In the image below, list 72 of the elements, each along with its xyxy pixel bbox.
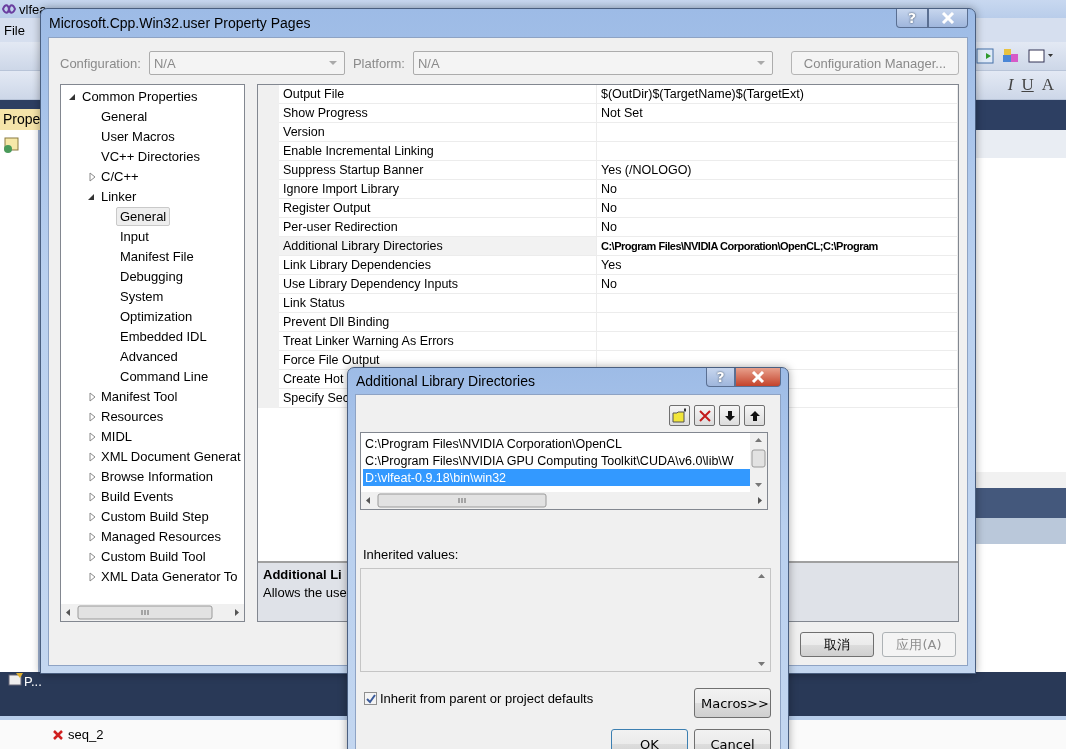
italic-glyph[interactable]: I [1007, 75, 1014, 95]
tree-item[interactable]: Browse Information [97, 467, 217, 487]
directory-entry[interactable]: C:\Program Files\NVIDIA GPU Computing Toolkit\CUDA\v6.0\lib\W [363, 452, 750, 469]
platform-label: Platform: [352, 55, 405, 71]
delete-button[interactable] [694, 405, 715, 426]
tree-item[interactable]: Debugging [116, 267, 187, 287]
tree-item[interactable]: Embedded IDL [116, 327, 211, 347]
window-title: Additional Library Directories [355, 373, 535, 389]
horizontal-scrollbar[interactable] [61, 604, 244, 621]
font-glyph[interactable]: A [1041, 75, 1054, 95]
tree-item[interactable]: System [116, 287, 168, 307]
toolbar-blocks-icon[interactable] [1002, 48, 1020, 64]
close-icon [941, 12, 955, 24]
tree-item[interactable]: General [116, 207, 171, 227]
tree-item[interactable]: Manifest Tool [97, 387, 182, 407]
delete-icon [697, 408, 712, 423]
tree-item[interactable]: XML Document Generat [97, 447, 244, 467]
tree-item[interactable]: User Macros [97, 127, 179, 147]
toolbar-window-icon[interactable] [1028, 49, 1054, 63]
solution-icon [2, 136, 20, 154]
inherit-label[interactable]: Inherit from parent or project defaults [380, 691, 594, 706]
dialog-button[interactable]: Cancel [694, 729, 771, 749]
error-list-entry: seq_2 [68, 727, 104, 742]
tree-item[interactable]: Managed Resources [97, 527, 225, 547]
vertical-scrollbar[interactable] [750, 433, 767, 492]
close-icon [751, 371, 765, 383]
tree-item[interactable]: Custom Build Step [97, 507, 213, 527]
tree-item[interactable]: Custom Build Tool [97, 547, 210, 567]
close-button[interactable] [735, 368, 781, 387]
tree-item[interactable]: MIDL [97, 427, 137, 447]
inherit-checkbox[interactable] [364, 692, 377, 705]
horizontal-scrollbar[interactable] [361, 492, 767, 509]
tree-item[interactable]: Build Events [97, 487, 178, 507]
move-down-button[interactable] [719, 405, 740, 426]
up-arrow-icon [749, 409, 760, 422]
dialog-button[interactable]: 取消 [800, 632, 874, 657]
tree-item[interactable]: General [97, 107, 152, 127]
tree-item[interactable]: Linker [97, 187, 141, 207]
panel-tab[interactable]: Prope [0, 109, 40, 130]
inherited-values-label: Inherited values: [363, 547, 460, 562]
window-title: Microsoft.Cpp.Win32.user Property Pages [48, 15, 311, 31]
description-title: Additional Li [263, 567, 343, 582]
macros-button[interactable]: Macros>> [694, 688, 771, 718]
folder-icon [671, 408, 688, 423]
error-icon [52, 728, 64, 741]
down-arrow-icon [724, 409, 735, 422]
tree-item[interactable]: C/C++ [97, 167, 143, 187]
move-up-button[interactable] [744, 405, 765, 426]
description-text: Allows the use [263, 585, 348, 600]
property-value[interactable]: $(OutDir)$(TargetName)$(TargetExt) [597, 84, 958, 104]
tree-item[interactable]: Resources [97, 407, 168, 427]
menu-item[interactable]: File [4, 22, 25, 38]
dialog-button[interactable]: OK [611, 729, 688, 749]
tree-item[interactable]: VC++ Directories [97, 147, 204, 167]
underline-glyph[interactable]: U [1021, 75, 1034, 95]
tree-item[interactable]: Input [116, 227, 153, 247]
tree-item[interactable]: Common Properties [78, 87, 202, 107]
dropdown-caret-icon[interactable] [327, 60, 338, 67]
app-logo-icon [2, 4, 16, 14]
property-name[interactable]: Output File [279, 84, 597, 104]
new-folder-button[interactable] [669, 405, 690, 426]
properties-icon [8, 672, 24, 686]
tree-item[interactable]: Optimization [116, 307, 197, 327]
tree-item[interactable]: XML Data Generator To [97, 567, 242, 587]
tree-item[interactable]: Advanced [116, 347, 182, 367]
directory-entry[interactable]: C:\Program Files\NVIDIA Corporation\OpenCL [363, 435, 750, 452]
dropdown-caret-icon[interactable] [755, 60, 766, 67]
configuration-label: Configuration: [60, 55, 141, 71]
close-button[interactable] [928, 9, 968, 28]
tree-item[interactable]: Command Line [116, 367, 213, 387]
panel-tab[interactable]: P... [24, 674, 42, 689]
tree-item[interactable]: Manifest File [116, 247, 198, 267]
